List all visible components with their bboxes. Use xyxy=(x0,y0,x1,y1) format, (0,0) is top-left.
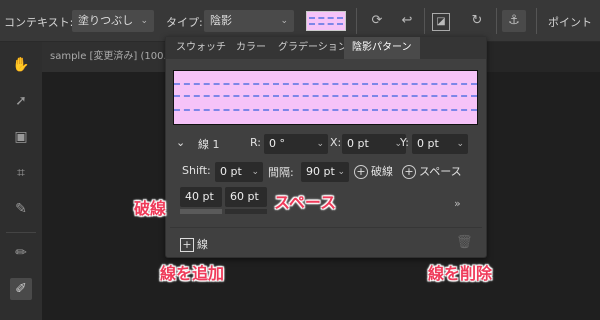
add-dash-button[interactable]: + 破線 xyxy=(354,163,393,179)
context-value: 塗りつぶし xyxy=(78,14,134,27)
line-selector[interactable]: 線 1 xyxy=(198,136,220,152)
divider xyxy=(424,8,425,34)
delete-line-callout: 線を削除 xyxy=(428,264,493,283)
pointer-icon[interactable]: ➚ xyxy=(10,90,32,112)
fill-tool-icon[interactable]: ✐ xyxy=(10,278,32,300)
space-callout: スペース xyxy=(274,193,337,212)
preview-line xyxy=(174,83,477,85)
plus-square-icon: + xyxy=(180,238,194,252)
rotate-icon[interactable]: ↻ xyxy=(466,10,488,32)
tab-shading-pattern[interactable]: 陰影パターン xyxy=(344,37,420,59)
rotation-field[interactable]: 0 ° ⌄ xyxy=(264,134,328,154)
x-field[interactable]: 0 pt ⌄ xyxy=(342,134,406,154)
shift-value: 0 pt xyxy=(220,165,242,178)
dash-length-slider[interactable] xyxy=(180,209,222,214)
divider xyxy=(6,232,36,233)
shift-label: Shift: xyxy=(182,164,211,177)
x-value: 0 pt xyxy=(347,137,369,150)
y-label: Y: xyxy=(400,136,409,149)
add-line-label: 線 xyxy=(197,238,208,251)
pencil-icon[interactable]: ✏ xyxy=(10,242,32,264)
chevron-down-icon: ⌄ xyxy=(316,139,324,149)
dash-length-value: 40 pt xyxy=(185,190,214,203)
add-space-button[interactable]: + スペース xyxy=(402,163,462,179)
rotation-value: 0 ° xyxy=(269,137,285,150)
chevron-down-icon: ⌄ xyxy=(280,16,288,26)
chevron-down-icon: ⌄ xyxy=(251,167,259,177)
trash-icon[interactable]: 🗑 xyxy=(456,235,473,250)
add-dash-label: 破線 xyxy=(371,165,393,178)
gap-length-field[interactable]: 60 pt xyxy=(225,187,267,207)
plus-circle-icon: + xyxy=(354,165,368,179)
undo-icon[interactable]: ↩ xyxy=(396,10,418,32)
hand-icon[interactable]: ✋ xyxy=(10,54,32,76)
dash-length-field[interactable]: 40 pt xyxy=(180,187,222,207)
type-select[interactable]: 陰影 ⌄ xyxy=(204,10,294,32)
anchor-icon[interactable]: ⚓ xyxy=(502,10,526,32)
reset-icon[interactable]: ⟳ xyxy=(366,10,388,32)
transform-icon[interactable]: ◪ xyxy=(432,13,450,31)
gap-length-slider[interactable] xyxy=(225,209,267,214)
chevron-down-icon[interactable]: ⌄ xyxy=(176,136,185,149)
crop-icon[interactable]: ⌗ xyxy=(10,162,32,184)
divider xyxy=(496,8,497,34)
spacing-label: 間隔: xyxy=(268,166,294,179)
r-label: R: xyxy=(250,136,262,149)
pattern-swatch-button[interactable] xyxy=(306,11,346,31)
dash-callout: 破線 xyxy=(134,199,167,218)
preview-line xyxy=(174,109,477,111)
spacing-value: 90 pt xyxy=(306,165,335,178)
context-select[interactable]: 塗りつぶし ⌄ xyxy=(72,10,154,32)
fill-panel: スウォッチ カラー グラデーション 陰影パターン ⌄ 線 1 R: 0 ° ⌄ … xyxy=(165,36,487,258)
shift-field[interactable]: 0 pt ⌄ xyxy=(215,162,263,182)
divider xyxy=(536,8,537,34)
point-button[interactable]: ポイント xyxy=(548,14,592,30)
type-label: タイプ: xyxy=(166,16,203,29)
add-line-callout: 線を追加 xyxy=(160,264,225,283)
eyedropper-icon[interactable]: ✎ xyxy=(10,198,32,220)
tools-panel: ✋ ➚ ▣ ⌗ ✎ ✏ ✐ xyxy=(0,42,43,320)
divider xyxy=(170,227,482,228)
y-field[interactable]: 0 pt ⌄ xyxy=(412,134,468,154)
gap-length-value: 60 pt xyxy=(230,190,259,203)
chevron-down-icon: ⌄ xyxy=(456,139,464,149)
plus-circle-icon: + xyxy=(402,165,416,179)
spacing-field[interactable]: 90 pt ⌄ xyxy=(301,162,349,182)
document-tab[interactable]: sample [変更済み] (100. xyxy=(42,42,172,72)
context-label: コンテキスト: xyxy=(4,16,74,29)
tab-gradient[interactable]: グラデーション xyxy=(270,37,356,59)
divider xyxy=(356,8,357,34)
swatch-line xyxy=(309,17,343,19)
tab-color[interactable]: カラー xyxy=(228,37,274,59)
node-icon[interactable]: ▣ xyxy=(10,126,32,148)
y-value: 0 pt xyxy=(417,137,439,150)
add-line-button[interactable]: + 線 xyxy=(180,236,208,252)
chevron-down-icon: ⌄ xyxy=(337,167,345,177)
chevron-right-icon[interactable]: » xyxy=(454,197,461,210)
x-label: X: xyxy=(330,136,342,149)
swatch-line xyxy=(309,23,343,25)
chevron-down-icon: ⌄ xyxy=(140,16,148,26)
preview-line xyxy=(174,95,477,97)
pattern-preview xyxy=(173,70,478,125)
type-value: 陰影 xyxy=(210,14,232,27)
add-space-label: スペース xyxy=(419,165,462,178)
tab-swatches[interactable]: スウォッチ xyxy=(168,37,234,59)
panel-tabs: スウォッチ カラー グラデーション 陰影パターン xyxy=(166,37,486,59)
